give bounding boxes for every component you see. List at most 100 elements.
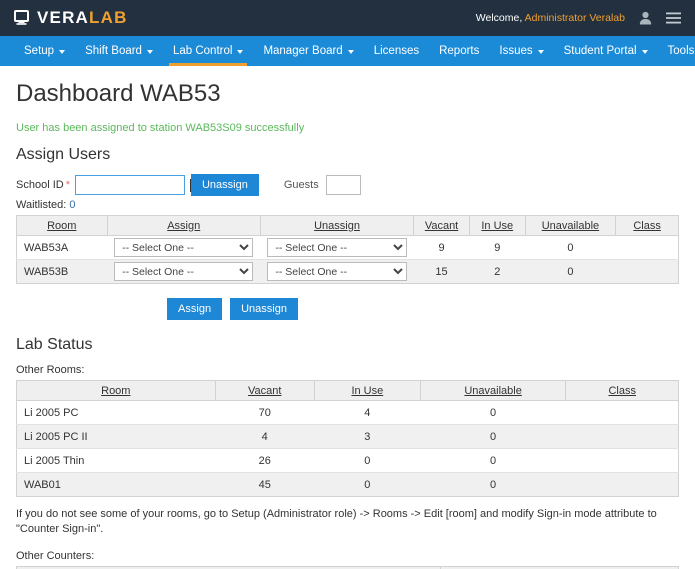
- monitor-icon: [14, 10, 32, 26]
- nav-item-tools[interactable]: Tools: [658, 36, 695, 66]
- assign-row-vacant: 15: [413, 259, 470, 284]
- unassign-top-button[interactable]: Unassign: [190, 174, 259, 196]
- current-user-name[interactable]: Administrator Veralab: [525, 12, 625, 24]
- column-header-unavailable[interactable]: Unavailable: [420, 380, 567, 401]
- column-header-in-use[interactable]: In Use: [469, 215, 526, 236]
- assign-row-class: [615, 259, 679, 284]
- unassign-select-wab53b[interactable]: -- Select One --: [267, 262, 407, 281]
- column-header-vacant[interactable]: Vacant: [215, 380, 315, 401]
- assign-users-section-title: Assign Users: [16, 146, 111, 163]
- lab-status-class: [565, 448, 679, 473]
- assign-row-vacant: 9: [413, 235, 470, 260]
- nav-item-student-portal[interactable]: Student Portal: [554, 36, 658, 66]
- table-row: Li 2005 Thin 26 0 0: [16, 448, 679, 473]
- nav-item-issues[interactable]: Issues: [489, 36, 553, 66]
- unassign-button[interactable]: Unassign: [230, 298, 298, 320]
- assign-row-room: WAB53A: [16, 235, 108, 260]
- assign-select-wab53a[interactable]: -- Select One --: [114, 238, 254, 257]
- column-header-label: In Use: [481, 219, 514, 232]
- nav-item-label: Tools: [667, 45, 695, 57]
- table-row: WAB53A -- Select One -- -- Select One -- 9 9…: [16, 235, 679, 260]
- waitlisted-count: 0: [69, 199, 76, 211]
- assign-row-room: WAB53B: [16, 259, 108, 284]
- guests-input[interactable]: [325, 175, 361, 195]
- nav-item-label: Manager Board: [263, 45, 343, 57]
- school-id-label-text: School ID: [16, 179, 64, 191]
- lab-status-room: Li 2005 PC: [16, 400, 216, 425]
- waitlisted-status: Waitlisted: 0: [16, 199, 679, 211]
- assign-users-table: Room Assign Unassign Vacant In Use Unavailabl…: [16, 215, 679, 284]
- lab-status-in-use: 4: [314, 400, 421, 425]
- assign-action-buttons: Assign Unassign: [16, 298, 679, 320]
- lab-status-unavailable: 0: [420, 424, 566, 449]
- user-icon[interactable]: [637, 10, 653, 26]
- column-header-label: Room: [47, 219, 77, 232]
- column-header-label: Class: [633, 219, 661, 232]
- lab-status-class: [565, 424, 679, 449]
- lab-status-unavailable: 0: [420, 448, 566, 473]
- lab-status-table-body: Li 2005 PC 70 4 0 Li 2005 PC II 4 3 0 Li 2005 Th…: [16, 400, 679, 497]
- lab-status-section-title: Lab Status: [16, 336, 93, 353]
- other-counters-label: Other Counters:: [16, 549, 95, 562]
- table-row: WAB53B -- Select One -- -- Select One -- 15…: [16, 259, 679, 284]
- nav-item-label: Setup: [24, 45, 55, 57]
- column-header-label: Vacant: [424, 219, 459, 232]
- table-row: Li 2005 PC II 4 3 0: [16, 424, 679, 449]
- veralab-logo[interactable]: VERALAB: [14, 8, 128, 28]
- assign-row-unavailable: 0: [525, 259, 616, 284]
- column-header-assign[interactable]: Assign: [107, 215, 261, 236]
- waitlisted-label: Waitlisted:: [16, 199, 67, 211]
- lab-status-in-use: 0: [314, 448, 421, 473]
- assign-select-wab53a-cell: -- Select One --: [107, 235, 261, 260]
- column-header-label: Assign: [167, 219, 201, 232]
- nav-item-manager-board[interactable]: Manager Board: [253, 36, 363, 66]
- column-header-label: Class: [608, 384, 636, 397]
- nav-item-label: Student Portal: [563, 45, 637, 57]
- assign-users-form-row: School ID * Unassign Guests: [16, 174, 679, 196]
- column-header-class[interactable]: Class: [615, 215, 679, 236]
- nav-item-setup[interactable]: Setup: [14, 36, 75, 66]
- assign-select-wab53b[interactable]: -- Select One --: [114, 262, 254, 281]
- lab-status-room: Li 2005 PC II: [16, 424, 216, 449]
- unassign-select-wab53b-cell: -- Select One --: [260, 259, 414, 284]
- lab-status-vacant: 4: [215, 424, 315, 449]
- assign-row-in-use: 9: [469, 235, 526, 260]
- lab-status-vacant: 70: [215, 400, 315, 425]
- chevron-down-icon: [641, 49, 648, 54]
- assign-row-class: [615, 235, 679, 260]
- column-header-label: Vacant: [248, 384, 282, 397]
- nav-item-licenses[interactable]: Licenses: [364, 36, 429, 66]
- column-header-room[interactable]: Room: [16, 380, 216, 401]
- column-header-label: Unavailable: [464, 384, 522, 397]
- hamburger-menu-icon[interactable]: [665, 10, 681, 26]
- column-header-label: In Use: [351, 384, 384, 397]
- lab-status-table-header-row: Room Vacant In Use Unavailable Class: [16, 380, 679, 401]
- school-id-input[interactable]: [74, 175, 185, 195]
- nav-item-lab-control[interactable]: Lab Control: [163, 36, 253, 66]
- lab-status-vacant: 45: [215, 472, 315, 497]
- column-header-unavailable[interactable]: Unavailable: [525, 215, 617, 236]
- column-header-room[interactable]: Room: [16, 215, 108, 236]
- nav-item-reports[interactable]: Reports: [429, 36, 489, 66]
- chevron-down-icon: [146, 49, 153, 54]
- required-asterisk: *: [65, 179, 70, 191]
- assign-select-wab53b-cell: -- Select One --: [107, 259, 261, 284]
- nav-item-shift-board[interactable]: Shift Board: [75, 36, 163, 66]
- chevron-down-icon: [59, 49, 66, 54]
- lab-status-vacant: 26: [215, 448, 315, 473]
- success-flash-message: User has been assigned to station WAB53S…: [16, 122, 305, 134]
- column-header-in-use[interactable]: In Use: [314, 380, 421, 401]
- lab-status-table: Room Vacant In Use Unavailable Class Li 2005…: [16, 380, 679, 497]
- lab-status-class: [565, 400, 679, 425]
- lab-status-class: [565, 472, 679, 497]
- column-header-vacant[interactable]: Vacant: [413, 215, 470, 236]
- assign-button[interactable]: Assign: [167, 298, 223, 320]
- chevron-down-icon: [237, 49, 244, 54]
- assign-row-in-use: 2: [469, 259, 526, 284]
- unassign-select-wab53a[interactable]: -- Select One --: [267, 238, 407, 257]
- nav-item-label: Issues: [499, 45, 533, 57]
- column-header-class[interactable]: Class: [565, 380, 679, 401]
- nav-item-label: Reports: [439, 45, 480, 57]
- column-header-unassign[interactable]: Unassign: [260, 215, 415, 236]
- welcome-prefix: Welcome,: [475, 12, 523, 24]
